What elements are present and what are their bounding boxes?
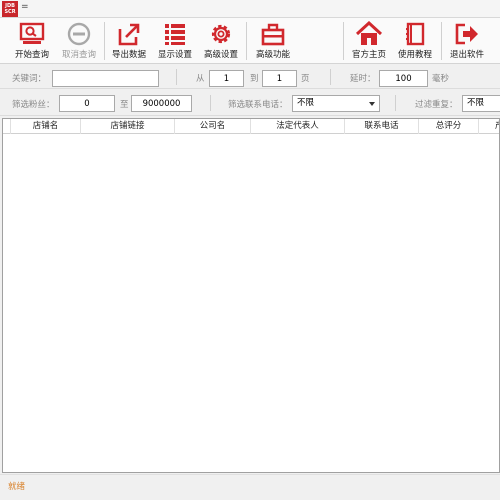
chevron-down-icon (369, 102, 375, 106)
fans-min-input[interactable] (59, 95, 115, 112)
search-monitor-icon (19, 22, 45, 44)
advanced-features-button[interactable]: 高级功能 (252, 21, 294, 63)
column-header-company[interactable]: 公司名 (175, 119, 251, 134)
status-bar: 就绪 (0, 474, 500, 500)
row-separator (176, 69, 177, 85)
fans-range-to-label: 至 (120, 100, 129, 110)
toolbar: 开始查询 取消查询 导出数据 显示设置 高级设置 高级功能 官方主页 使用教程 … (0, 18, 500, 64)
home-icon (355, 21, 383, 45)
official-homepage-button[interactable]: 官方主页 (348, 21, 390, 63)
phone-filter-select[interactable]: 不限 (292, 95, 380, 112)
toolbar-separator (343, 22, 344, 60)
page-from-input[interactable] (209, 70, 244, 87)
table-header: 店铺名 店铺链接 公司名 法定代表人 联系电话 总评分 产 (3, 119, 499, 134)
official-homepage-label: 官方主页 (351, 50, 386, 60)
column-header-phone[interactable]: 联系电话 (345, 119, 419, 134)
keyword-input[interactable] (52, 70, 159, 87)
from-label: 从 (196, 74, 205, 84)
start-query-button[interactable]: 开始查询 (10, 21, 54, 63)
title-bar: JDB SCR = (0, 0, 500, 18)
column-header-rating[interactable]: 总评分 (419, 119, 479, 134)
fans-max-input[interactable] (131, 95, 192, 112)
to-label: 到 (250, 74, 259, 84)
window-title: = (21, 2, 29, 12)
page-to-input[interactable] (262, 70, 297, 87)
advanced-features-label: 高级功能 (255, 50, 290, 60)
list-icon (165, 24, 185, 45)
column-header-shop-link[interactable]: 店铺链接 (81, 119, 175, 134)
app-logo-icon: JDB SCR (2, 1, 18, 17)
exit-app-label: 退出软件 (449, 50, 484, 60)
keyword-label: 关键词： (12, 74, 47, 84)
page-unit-label: 页 (301, 74, 310, 84)
filter-row: 筛选粉丝： 至 筛选联系电话： 不限 过滤重复： 不限 (0, 90, 500, 116)
export-icon (118, 23, 140, 46)
column-header-product[interactable]: 产 (479, 119, 499, 134)
cancel-query-label: 取消查询 (61, 50, 96, 60)
column-header-shop-name[interactable]: 店铺名 (11, 119, 81, 134)
fans-filter-label: 筛选粉丝： (12, 100, 55, 110)
book-icon (406, 22, 425, 46)
tutorial-button[interactable]: 使用教程 (394, 21, 436, 63)
row-separator (395, 95, 396, 111)
display-settings-label: 显示设置 (157, 50, 192, 60)
export-data-button[interactable]: 导出数据 (108, 21, 150, 63)
toolbar-separator (441, 22, 442, 60)
start-query-label: 开始查询 (14, 50, 49, 60)
exit-icon (455, 23, 478, 45)
search-row: 关键词： 从 到 页 延时： 毫秒 (0, 65, 500, 89)
toolbar-separator (104, 22, 105, 60)
export-data-label: 导出数据 (111, 50, 146, 60)
display-settings-button[interactable]: 显示设置 (154, 21, 196, 63)
delay-label: 延时： (350, 74, 376, 84)
results-table[interactable]: 店铺名 店铺链接 公司名 法定代表人 联系电话 总评分 产 (2, 118, 500, 473)
column-header-legal-rep[interactable]: 法定代表人 (251, 119, 345, 134)
toolbar-separator (246, 22, 247, 60)
cancel-query-button[interactable]: 取消查询 (58, 21, 100, 63)
toolbox-icon (261, 23, 285, 46)
row-separator (210, 95, 211, 111)
advanced-settings-label: 高级设置 (203, 50, 238, 60)
status-text: 就绪 (8, 482, 26, 492)
delay-input[interactable] (379, 70, 428, 87)
tutorial-label: 使用教程 (397, 50, 432, 60)
dedup-value: 不限 (467, 98, 485, 108)
row-selector-header (3, 119, 11, 134)
exit-app-button[interactable]: 退出软件 (446, 21, 488, 63)
ms-unit-label: 毫秒 (432, 74, 450, 84)
phone-filter-value: 不限 (297, 98, 315, 108)
minus-circle-icon (67, 22, 91, 46)
row-separator (330, 69, 331, 85)
phone-filter-label: 筛选联系电话： (228, 100, 288, 110)
dedup-label: 过滤重复： (415, 100, 458, 110)
advanced-settings-button[interactable]: 高级设置 (200, 21, 242, 63)
dedup-select[interactable]: 不限 (462, 95, 500, 112)
gear-icon (211, 24, 231, 44)
